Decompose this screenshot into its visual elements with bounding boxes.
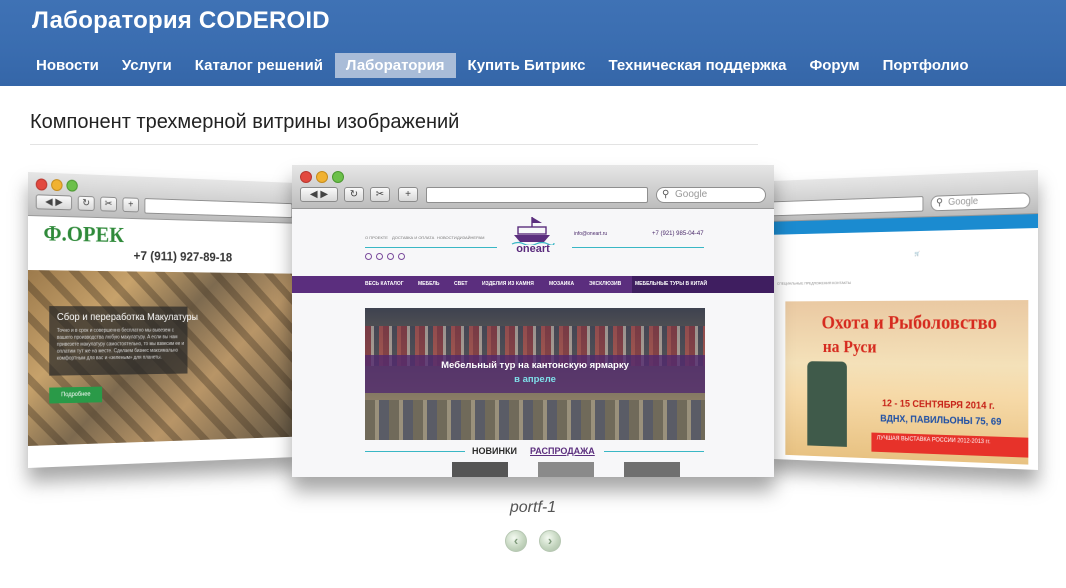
social-icon (387, 253, 394, 260)
tab-sale: РАСПРОДАЖА (530, 446, 595, 456)
close-dot-icon (300, 171, 312, 183)
nav-item-lab[interactable]: Лаборатория (334, 53, 456, 78)
zoom-dot-icon (66, 179, 78, 192)
search-icon: ⚲ (662, 189, 670, 200)
site-header: Лаборатория CODEROID Новости Услуги Ката… (0, 0, 1066, 86)
product-thumb (452, 462, 508, 477)
search-placeholder: Google (948, 196, 979, 208)
decor-line (365, 451, 465, 452)
search-icon: ⚲ (936, 197, 943, 209)
social-icon (398, 253, 405, 260)
url-bar (144, 198, 293, 219)
browser-toolbar: ◀ ▶ ↻ ✂ + ⚲ Google (292, 165, 774, 209)
oneart-email: info@oneart.ru (574, 231, 608, 237)
nav-item-catalog[interactable]: Каталог решений (184, 53, 334, 78)
social-icon (365, 253, 372, 260)
poster-title-line1: Охота и Рыболовство (821, 312, 998, 334)
back-forward-icon: ◀ ▶ (300, 187, 338, 202)
forek-panel-title: Сбор и переработка Макулатуры (56, 312, 198, 323)
cart-icon: 🛒 (914, 251, 920, 258)
decor-line (572, 247, 704, 248)
bookmark-icon: ✂ (370, 187, 390, 202)
monument-image (807, 361, 847, 447)
nav-item-portfolio[interactable]: Портфолио (872, 53, 980, 78)
oneart-phone: +7 (921) 985-04-47 (652, 231, 704, 237)
social-icon (376, 253, 383, 260)
page-title: Компонент трехмерной витрины изображений (30, 111, 460, 133)
oneart-menu-item: ИЗДЕЛИЯ ИЗ КАМНЯ (482, 281, 534, 287)
oneart-link: О ПРОЕКТЕ (365, 235, 388, 240)
forek-logo: Ф.ОРЕК (43, 220, 124, 247)
zoom-dot-icon (332, 171, 344, 183)
site-title[interactable]: Лаборатория CODEROID (32, 7, 330, 35)
heading-divider (30, 144, 758, 145)
banner-line2: в апреле (514, 374, 556, 385)
oneart-menu-item: СВЕТ (454, 281, 468, 287)
slide-caption: portf-1 (509, 499, 557, 516)
forek-more-button: Подробнее (49, 386, 103, 404)
chevron-left-icon: ‹ (513, 533, 519, 548)
close-dot-icon (35, 178, 48, 191)
slide-right[interactable]: ⚲ Google 🛒 СПЕЦИАЛЬНЫЕ ПРЕДЛОЖЕНИЯ КОНТА… (768, 170, 1038, 470)
back-forward-icon: ◀ ▶ (35, 194, 73, 211)
url-bar (768, 196, 924, 217)
next-slide-button[interactable]: › (539, 530, 561, 552)
oneart-menu-item: МЕБЕЛЬ (418, 281, 440, 287)
poster-bottom-text: ЛУЧШАЯ ВЫСТАВКА РОССИИ 2012-2013 гг. (876, 435, 991, 446)
chevron-right-icon: › (547, 533, 553, 548)
forek-panel-text: Точно и в срок и совершенно бесплатно мы… (56, 327, 184, 362)
slide-left-page: Ф.ОРЕК +7 (911) 927-89-18 Сбор и перераб… (28, 216, 298, 468)
oneart-link: ДОСТАВКА И ОПЛАТА (392, 235, 435, 240)
oneart-link: НОВОСТИ (437, 235, 457, 240)
main-nav: Новости Услуги Каталог решений Лаборатор… (25, 53, 981, 78)
browser-search: ⚲ Google (656, 187, 766, 203)
browser-toolbar: ⚲ Google (768, 170, 1038, 222)
ohota-menu: СПЕЦИАЛЬНЫЕ ПРЕДЛОЖЕНИЯ КОНТАКТЫ (776, 280, 852, 286)
tab-new: НОВИНКИ (472, 446, 517, 456)
oneart-link: ДИЗАЙНЕРАМ (457, 235, 485, 240)
banner-line1: Мебельный тур на кантонскую ярмарку (441, 360, 629, 371)
nav-item-services[interactable]: Услуги (111, 53, 183, 78)
url-bar (426, 187, 648, 203)
nav-item-forum[interactable]: Форум (798, 53, 870, 78)
decor-line (604, 451, 704, 452)
product-thumb (538, 462, 594, 477)
slide-left[interactable]: ◀ ▶ ↻ ✂ + Ф.ОРЕК +7 (911) 927-89-18 Сбор… (28, 172, 298, 468)
oneart-menu-item: МОЗАИКА (549, 281, 575, 287)
search-placeholder: Google (675, 189, 708, 200)
product-thumb (624, 462, 680, 477)
nav-item-support[interactable]: Техническая поддержка (597, 53, 797, 78)
slide-center[interactable]: ◀ ▶ ↻ ✂ + ⚲ Google О ПРОЕКТЕ ДОСТАВКА И … (292, 165, 774, 477)
oneart-menu-item: МЕБЕЛЬНЫЕ ТУРЫ В КИТАЙ (635, 281, 708, 287)
oneart-banner: Мебельный тур на кантонскую ярмарку в ап… (365, 308, 705, 440)
nav-item-news[interactable]: Новости (25, 53, 110, 78)
minimize-dot-icon (51, 178, 63, 192)
oneart-menubar: ВЕСЬ КАТАЛОГ МЕБЕЛЬ СВЕТ ИЗДЕЛИЯ ИЗ КАМН… (292, 276, 774, 293)
decor-line (365, 247, 497, 248)
oneart-menu-item: ВЕСЬ КАТАЛОГ (365, 281, 404, 287)
ship-logo-icon (511, 217, 555, 245)
image-carousel: ◀ ▶ ↻ ✂ + Ф.ОРЕК +7 (911) 927-89-18 Сбор… (0, 160, 1066, 500)
forek-phone: +7 (911) 927-89-18 (133, 248, 233, 265)
browser-search: ⚲ Google (930, 192, 1031, 212)
reload-icon: ↻ (77, 195, 95, 212)
slide-center-page: О ПРОЕКТЕ ДОСТАВКА И ОПЛАТА НОВОСТИ ДИЗА… (292, 209, 774, 477)
oneart-logo: oneart (516, 243, 550, 255)
reload-icon: ↻ (344, 187, 364, 202)
prev-slide-button[interactable]: ‹ (505, 530, 527, 552)
bookmark-icon: ✂ (100, 196, 117, 212)
poster-title-line2: на Руси (822, 336, 877, 357)
browser-toolbar: ◀ ▶ ↻ ✂ + (28, 172, 298, 224)
minimize-dot-icon (316, 171, 328, 183)
add-tab-icon: + (122, 197, 139, 213)
nav-item-buy-bitrix[interactable]: Купить Битрикс (457, 53, 597, 78)
slide-right-page: 🛒 СПЕЦИАЛЬНЫЕ ПРЕДЛОЖЕНИЯ КОНТАКТЫ Охота… (768, 214, 1038, 470)
oneart-menu-item: ЭКСКЛЮЗИВ (589, 281, 622, 287)
add-tab-icon: + (398, 187, 418, 202)
